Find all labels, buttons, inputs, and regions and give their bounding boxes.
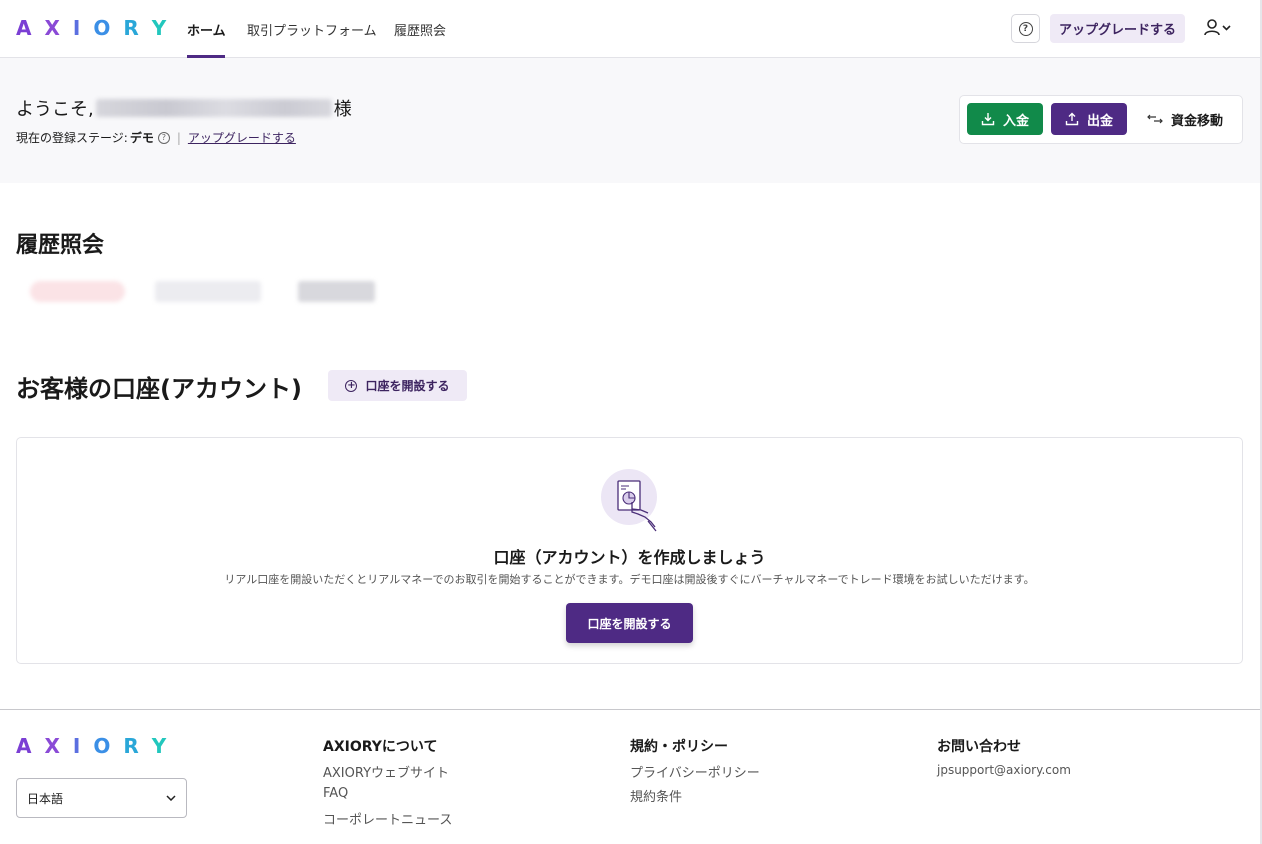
logo-letter: I bbox=[72, 16, 94, 40]
blurred-history-item bbox=[298, 281, 375, 302]
welcome-greeting: ようこそ, 様 bbox=[16, 95, 352, 121]
language-value: 日本語 bbox=[27, 791, 64, 806]
user-icon bbox=[1204, 19, 1231, 36]
nav-trading-platform[interactable]: 取引プラットフォーム bbox=[247, 20, 377, 39]
empty-state-title: 口座（アカウント）を作成しましょう bbox=[493, 548, 766, 567]
transfer-label: 資金移動 bbox=[1170, 113, 1223, 129]
footer-divider bbox=[0, 709, 1262, 710]
footer-link-faq[interactable]: FAQ bbox=[323, 786, 348, 801]
logo-letter: X bbox=[44, 734, 73, 758]
transfer-button[interactable]: 資金移動 bbox=[1135, 103, 1235, 135]
greeting-prefix: ようこそ, bbox=[16, 99, 94, 120]
footer-link-website[interactable]: AXIORYウェブサイト bbox=[323, 762, 449, 781]
footer-heading-policy: 規約・ポリシー bbox=[630, 739, 728, 755]
footer-axiory-logo[interactable]: AXIORY bbox=[16, 734, 179, 758]
footer-heading-contact: お問い合わせ bbox=[937, 739, 1021, 755]
chevron-down-icon bbox=[166, 795, 176, 801]
footer-heading-about: AXIORYについて bbox=[323, 739, 438, 755]
divider: | bbox=[176, 130, 181, 145]
footer-link-corporate-news[interactable]: コーポレートニュース bbox=[323, 809, 452, 828]
footer-link-privacy[interactable]: プライバシーポリシー bbox=[630, 762, 760, 781]
transfer-arrows-icon bbox=[1147, 114, 1163, 124]
chevron-down-icon bbox=[1222, 25, 1231, 31]
withdraw-label: 出金 bbox=[1086, 113, 1113, 129]
open-account-label: 口座を開設する bbox=[365, 379, 450, 393]
help-button[interactable]: ? bbox=[1011, 14, 1040, 43]
greeting-suffix: 様 bbox=[333, 99, 352, 120]
top-navbar: AXIORY ホーム 取引プラットフォーム 履歴照会 ? アップグレードする bbox=[0, 0, 1262, 58]
footer-link-terms[interactable]: 規約条件 bbox=[630, 786, 682, 805]
upgrade-button[interactable]: アップグレードする bbox=[1050, 14, 1185, 43]
deposit-button[interactable]: 入金 bbox=[967, 103, 1043, 135]
withdraw-button[interactable]: 出金 bbox=[1051, 103, 1127, 135]
logo-letter: Y bbox=[151, 734, 180, 758]
open-account-button[interactable]: + 口座を開設する bbox=[328, 370, 467, 401]
open-account-primary-button[interactable]: 口座を開設する bbox=[566, 603, 693, 643]
stage-help-icon[interactable]: ? bbox=[157, 131, 170, 144]
deposit-label: 入金 bbox=[1002, 113, 1029, 129]
plus-circle-icon: + bbox=[345, 379, 358, 392]
footer-link-email[interactable]: jpsupport@axiory.com bbox=[937, 763, 1071, 777]
language-select[interactable]: 日本語 bbox=[16, 778, 187, 818]
stage-value: デモ bbox=[129, 131, 154, 145]
user-menu[interactable] bbox=[1203, 18, 1233, 38]
accounts-title: お客様の口座(アカウント) bbox=[16, 375, 302, 403]
logo-letter: A bbox=[16, 734, 45, 758]
question-icon: ? bbox=[1018, 21, 1033, 36]
axiory-logo[interactable]: AXIORY bbox=[16, 16, 179, 40]
upgrade-link[interactable]: アップグレードする bbox=[188, 129, 296, 146]
registration-stage: 現在の登録ステージ: デモ ? | アップグレードする bbox=[16, 129, 296, 146]
empty-state-description: リアル口座を開設いただくとリアルマネーでのお取引を開始することができます。デモ口… bbox=[224, 573, 1035, 586]
nav-history[interactable]: 履歴照会 bbox=[394, 20, 446, 39]
blurred-history-item bbox=[155, 281, 261, 302]
stage-label: 現在の登録ステージ: bbox=[16, 131, 128, 145]
logo-letter: O bbox=[93, 16, 124, 40]
logo-letter: R bbox=[123, 734, 152, 758]
download-icon bbox=[981, 113, 995, 126]
logo-letter: I bbox=[72, 734, 94, 758]
upload-icon bbox=[1065, 112, 1079, 126]
logo-letter: O bbox=[93, 734, 124, 758]
history-title: 履歴照会 bbox=[16, 233, 105, 258]
blurred-user-name bbox=[95, 99, 332, 117]
document-hand-illustration-icon bbox=[601, 469, 659, 533]
logo-letter: X bbox=[44, 16, 73, 40]
logo-letter: R bbox=[123, 16, 152, 40]
logo-letter: A bbox=[16, 16, 45, 40]
nav-home[interactable]: ホーム bbox=[187, 20, 226, 39]
blurred-history-item bbox=[30, 281, 125, 302]
logo-letter: Y bbox=[151, 16, 180, 40]
